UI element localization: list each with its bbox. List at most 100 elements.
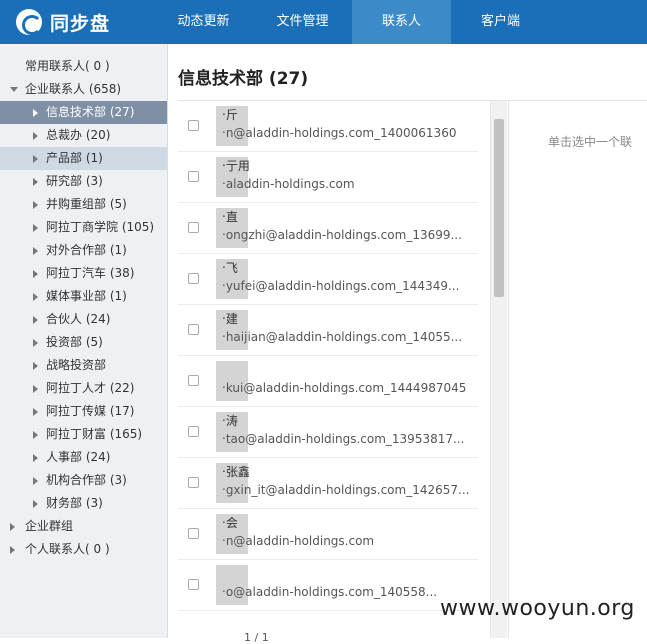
expand-right-icon[interactable]: [33, 316, 38, 324]
tree-enterprise-contacts[interactable]: 企业联系人 (658): [0, 78, 167, 101]
contact-row[interactable]: ‧飞 ‧yufei@aladdin-holdings.com_144349...: [178, 254, 478, 305]
contact-row[interactable]: ‧涛 ‧tao@aladdin-holdings.com_13953817...: [178, 407, 478, 458]
scrollbar-thumb[interactable]: [494, 119, 504, 297]
tree-label: 机构合作部 (3): [46, 473, 127, 487]
tree-department-item[interactable]: 并购重组部 (5): [0, 193, 167, 216]
contact-row[interactable]: ‧亍用 ‧aladdin-holdings.com: [178, 152, 478, 203]
expand-right-icon[interactable]: [33, 477, 38, 485]
expand-right-icon[interactable]: [33, 293, 38, 301]
tree-label: 企业联系人 (658): [25, 82, 122, 96]
contact-checkbox[interactable]: [188, 528, 199, 539]
tree-department-item[interactable]: 阿拉丁商学院 (105): [0, 216, 167, 239]
nav-client[interactable]: 客户端: [451, 0, 550, 44]
nav-files[interactable]: 文件管理: [253, 0, 352, 44]
sync-logo-icon: [16, 9, 42, 35]
expand-right-icon[interactable]: [33, 201, 38, 209]
tree-label: 阿拉丁财富 (165): [46, 427, 143, 441]
tree-department-item[interactable]: 人事部 (24): [0, 446, 167, 469]
contact-checkbox[interactable]: [188, 273, 199, 284]
contact-row[interactable]: ‧建 ‧haijian@aladdin-holdings.com_14055...: [178, 305, 478, 356]
contact-email: ‧n@aladdin-holdings.com: [222, 534, 375, 548]
tree-enterprise-groups[interactable]: 企业群组: [0, 515, 167, 538]
contact-list: ‧斤 ‧n@aladdin-holdings.com_1400061360 ‧亍用 ‧…: [178, 101, 478, 638]
expand-right-icon[interactable]: [33, 224, 38, 232]
tree-department-item[interactable]: 投资部 (5): [0, 331, 167, 354]
nav-contacts[interactable]: 联系人: [352, 0, 451, 44]
tree-department-item[interactable]: 阿拉丁传媒 (17): [0, 400, 167, 423]
expand-right-icon[interactable]: [33, 339, 38, 347]
tree-label: 对外合作部 (1): [46, 243, 127, 257]
contact-email: ‧aladdin-holdings.com: [222, 177, 355, 191]
divider: [508, 101, 509, 638]
tree-department-item[interactable]: 机构合作部 (3): [0, 469, 167, 492]
contact-name: ‧亍用: [222, 159, 250, 173]
nav-activity[interactable]: 动态更新: [154, 0, 253, 44]
tree-label: 个人联系人( 0 ): [25, 542, 110, 556]
contact-checkbox[interactable]: [188, 477, 199, 488]
contact-row[interactable]: ‧会 ‧n@aladdin-holdings.com: [178, 509, 478, 560]
tree-frequent-contacts[interactable]: 常用联系人( 0 ): [0, 55, 167, 78]
tree-department-item[interactable]: 信息技术部 (27): [0, 101, 167, 124]
tree-label: 阿拉丁商学院 (105): [46, 220, 155, 234]
tree-department-item[interactable]: 对外合作部 (1): [0, 239, 167, 262]
tree-label: 阿拉丁人才 (22): [46, 381, 135, 395]
tree-label: 财务部 (3): [46, 496, 103, 510]
expand-right-icon[interactable]: [33, 431, 38, 439]
main-panel: 信息技术部 (27) ‧斤 ‧n@aladdin-holdings.com_140…: [168, 44, 647, 644]
tree-personal-contacts[interactable]: 个人联系人( 0 ): [0, 538, 167, 561]
tree-department-item[interactable]: 阿拉丁汽车 (38): [0, 262, 167, 285]
expand-right-icon[interactable]: [33, 454, 38, 462]
expand-right-icon[interactable]: [33, 385, 38, 393]
tree-label: 媒体事业部 (1): [46, 289, 127, 303]
contact-email: ‧ongzhi@aladdin-holdings.com_13699...: [222, 228, 462, 242]
contact-row[interactable]: ‧斤 ‧n@aladdin-holdings.com_1400061360: [178, 101, 478, 152]
watermark: www.wooyun.org: [440, 596, 635, 621]
tree-department-item[interactable]: 产品部 (1): [0, 147, 167, 170]
expand-right-icon[interactable]: [10, 523, 15, 531]
tree-department-item[interactable]: 阿拉丁财富 (165): [0, 423, 167, 446]
tree-department-item[interactable]: 总裁办 (20): [0, 124, 167, 147]
app-logo[interactable]: 同步盘: [16, 7, 110, 37]
tree-label: 战略投资部: [46, 358, 107, 372]
expand-right-icon[interactable]: [33, 270, 38, 278]
expand-right-icon[interactable]: [33, 500, 38, 508]
tree-department-item[interactable]: 财务部 (3): [0, 492, 167, 515]
expand-right-icon[interactable]: [10, 546, 15, 554]
contact-row[interactable]: ‧kui@aladdin-holdings.com_1444987045: [178, 356, 478, 407]
expand-right-icon[interactable]: [33, 247, 38, 255]
tree-label: 常用联系人( 0 ): [25, 59, 110, 73]
expand-right-icon[interactable]: [33, 109, 38, 117]
contact-email: ‧kui@aladdin-holdings.com_1444987045: [222, 381, 467, 395]
tree-department-item[interactable]: 战略投资部: [0, 354, 167, 377]
list-scrollbar[interactable]: [490, 101, 507, 638]
contact-name: ‧涛: [222, 414, 238, 428]
tree-department-item[interactable]: 阿拉丁人才 (22): [0, 377, 167, 400]
contact-name: ‧斤: [222, 108, 238, 122]
tree-label: 投资部 (5): [46, 335, 103, 349]
contact-checkbox[interactable]: [188, 375, 199, 386]
tree-label: 并购重组部 (5): [46, 197, 127, 211]
detail-placeholder: 单击选中一个联: [548, 135, 633, 149]
tree-department-item[interactable]: 媒体事业部 (1): [0, 285, 167, 308]
contact-checkbox[interactable]: [188, 324, 199, 335]
tree-department-item[interactable]: 合伙人 (24): [0, 308, 167, 331]
contact-checkbox[interactable]: [188, 426, 199, 437]
contact-checkbox[interactable]: [188, 579, 199, 590]
tree-label: 阿拉丁传媒 (17): [46, 404, 135, 418]
contact-checkbox[interactable]: [188, 222, 199, 233]
tree-department-item[interactable]: 研究部 (3): [0, 170, 167, 193]
expand-right-icon[interactable]: [33, 408, 38, 416]
contact-row[interactable]: ‧o@aladdin-holdings.com_140558...: [178, 560, 478, 611]
tree-label: 企业群组: [25, 519, 74, 533]
expand-down-icon[interactable]: [10, 87, 18, 92]
expand-right-icon[interactable]: [33, 178, 38, 186]
contact-row[interactable]: ‧张鑫 ‧gxin_it@aladdin-holdings.com_142657.…: [178, 458, 478, 509]
contact-checkbox[interactable]: [188, 120, 199, 131]
contact-checkbox[interactable]: [188, 171, 199, 182]
tree-label: 人事部 (24): [46, 450, 111, 464]
contact-email: ‧n@aladdin-holdings.com_1400061360: [222, 126, 457, 140]
expand-right-icon[interactable]: [33, 362, 38, 370]
expand-right-icon[interactable]: [33, 132, 38, 140]
expand-right-icon[interactable]: [33, 155, 38, 163]
contact-row[interactable]: ‧直 ‧ongzhi@aladdin-holdings.com_13699...: [178, 203, 478, 254]
